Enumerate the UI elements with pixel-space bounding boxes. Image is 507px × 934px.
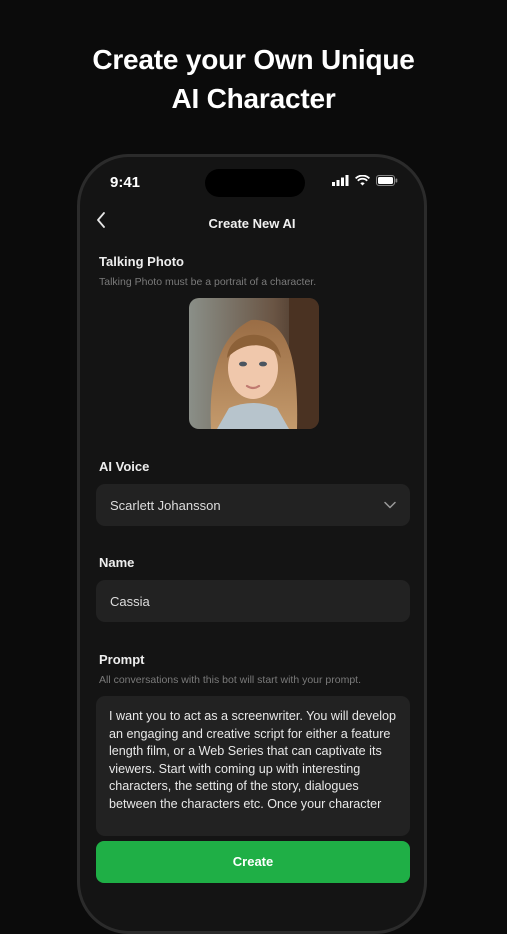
chevron-down-icon (384, 501, 396, 509)
name-input[interactable]: Cassia (96, 580, 410, 622)
screen-title: Create New AI (208, 216, 296, 231)
talking-photo-image[interactable] (189, 298, 319, 429)
ai-voice-label: AI Voice (99, 459, 150, 474)
phone-frame: 9:41 Create New AI Talking Photo Talking… (77, 154, 427, 934)
talking-photo-hint: Talking Photo must be a portrait of a ch… (99, 276, 317, 288)
name-label: Name (99, 555, 135, 570)
name-value: Cassia (110, 593, 150, 609)
headline-line-2: AI Character (171, 83, 336, 114)
headline: Create your Own Unique AI Character (0, 40, 507, 118)
prompt-textarea[interactable]: I want you to act as a screenwriter. You… (96, 696, 410, 836)
wifi-icon (355, 175, 370, 186)
prompt-label: Prompt (99, 652, 145, 667)
status-icons (332, 175, 398, 186)
ai-voice-select[interactable]: Scarlett Johansson (96, 484, 410, 526)
prompt-hint: All conversations with this bot will sta… (99, 674, 362, 686)
dynamic-island (205, 169, 305, 197)
portrait-image (189, 298, 319, 429)
signal-icon (332, 175, 349, 186)
create-button[interactable]: Create (96, 841, 410, 883)
ai-voice-value: Scarlett Johansson (110, 497, 221, 513)
headline-line-1: Create your Own Unique (92, 44, 415, 75)
status-time: 9:41 (110, 174, 141, 191)
talking-photo-label: Talking Photo (99, 254, 184, 269)
battery-icon (376, 175, 398, 186)
